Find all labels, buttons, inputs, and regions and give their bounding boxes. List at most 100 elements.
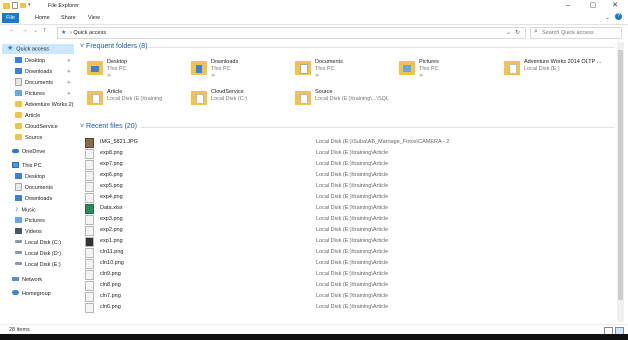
vertical-scrollbar[interactable] bbox=[617, 42, 624, 322]
sidebar-item-network[interactable]: Network bbox=[12, 275, 42, 285]
music-icon: ♪ bbox=[15, 206, 19, 213]
pin-icon: ✈ bbox=[107, 73, 112, 79]
new-folder-icon[interactable] bbox=[20, 3, 26, 8]
sidebar-item-article[interactable]: Article bbox=[15, 111, 40, 121]
sidebar-item-disk-d[interactable]: Local Disk (D:) bbox=[15, 249, 61, 259]
sidebar-item-homegroup[interactable]: Homegroup bbox=[12, 289, 51, 299]
recent-locations-button[interactable]: ⌄ bbox=[33, 27, 38, 34]
excel-file-icon bbox=[85, 204, 94, 214]
recent-files-header[interactable]: ˅ Recent files (20) bbox=[80, 123, 137, 130]
expand-ribbon-icon[interactable]: ⌄ bbox=[605, 14, 610, 21]
file-row[interactable]: exp6.png Local Disk (E:)\training\Article bbox=[83, 170, 613, 181]
frequent-folders-header[interactable]: ˅ Frequent folders (8) bbox=[80, 43, 148, 50]
sidebar-item-music[interactable]: ♪ Music bbox=[15, 205, 36, 215]
file-row[interactable]: exp3.png Local Disk (E:)\training\Article bbox=[83, 214, 613, 225]
folder-icon[interactable] bbox=[3, 2, 10, 9]
image-file-icon bbox=[85, 270, 94, 280]
sidebar-item-this-pc[interactable]: This PC bbox=[12, 161, 42, 171]
sidebar-item-quick-access[interactable]: ★ Quick access bbox=[2, 44, 74, 54]
documents-folder-icon bbox=[15, 182, 22, 191]
file-row[interactable]: cln8.png Local Disk (E:)\training\Article bbox=[83, 280, 613, 291]
sidebar-item-pc-documents[interactable]: Documents bbox=[15, 182, 53, 193]
up-button[interactable]: ↑ bbox=[43, 27, 47, 34]
tab-home[interactable]: Home bbox=[30, 13, 55, 23]
breadcrumb[interactable]: › Quick access bbox=[70, 30, 106, 36]
file-row[interactable]: exp8.png Local Disk (E:)\training\Article bbox=[83, 148, 613, 159]
sidebar-item-disk-c[interactable]: Local Disk (C:) bbox=[15, 238, 61, 248]
sidebar-item-onedrive[interactable]: OneDrive bbox=[12, 147, 45, 157]
forward-button[interactable]: → bbox=[21, 27, 28, 34]
file-row[interactable]: exp4.png Local Disk (E:)\training\Article bbox=[83, 192, 613, 203]
search-icon: ⌕ bbox=[534, 28, 538, 35]
sidebar-item-pictures[interactable]: Pictures ✈ bbox=[15, 89, 75, 99]
tab-view[interactable]: View bbox=[83, 13, 105, 23]
back-button[interactable]: ← bbox=[9, 27, 16, 34]
folder-icon bbox=[15, 133, 22, 140]
address-bar-row: ← → ⌄ ↑ ★ › Quick access ⌄ ↻ ⌕ Search Qu… bbox=[0, 25, 628, 39]
sidebar-item-downloads[interactable]: Downloads ✈ bbox=[15, 67, 75, 77]
onedrive-icon bbox=[12, 148, 19, 153]
file-row[interactable]: exp1.png Local Disk (E:)\training\Article bbox=[83, 236, 613, 247]
pin-icon: ✈ bbox=[66, 80, 71, 86]
window-title: File Explorer bbox=[48, 3, 79, 9]
folder-tile-desktop[interactable]: Desktop This PC ✈ bbox=[87, 59, 189, 89]
maximize-button[interactable]: ▢ bbox=[584, 1, 602, 11]
sidebar-item-adventure-works[interactable]: Adventure Works 2( bbox=[15, 100, 75, 110]
folder-tile-pictures[interactable]: Pictures This PC ✈ bbox=[399, 59, 501, 89]
scrollbar-thumb[interactable] bbox=[618, 50, 623, 300]
help-icon[interactable]: ? bbox=[615, 13, 622, 20]
folder-tile-adventure-works[interactable]: Adventure Works 2014 OLTP ... Local Disk… bbox=[504, 59, 612, 89]
pictures-folder-icon bbox=[15, 89, 22, 96]
image-file-icon bbox=[85, 248, 94, 258]
file-row[interactable]: cln10.png Local Disk (E:)\training\Articl… bbox=[83, 258, 613, 269]
folder-icon bbox=[87, 91, 103, 105]
properties-icon[interactable] bbox=[12, 2, 18, 9]
navigation-pane: ★ Quick access Desktop ✈ Downloads ✈ Docume… bbox=[0, 42, 76, 322]
sidebar-item-cloudservice[interactable]: CloudService bbox=[15, 122, 58, 132]
tab-share[interactable]: Share bbox=[56, 13, 81, 23]
folder-tile-source[interactable]: Source Local Disk (E:)\training\...\SQL bbox=[295, 89, 397, 119]
pictures-folder-icon bbox=[15, 216, 22, 223]
sidebar-item-pc-downloads[interactable]: Downloads bbox=[15, 194, 52, 204]
close-button[interactable]: ✕ bbox=[606, 1, 624, 11]
folder-tile-documents[interactable]: Documents This PC ✈ bbox=[295, 59, 397, 89]
sidebar-item-desktop[interactable]: Desktop ✈ bbox=[15, 56, 75, 66]
folder-tile-cloudservice[interactable]: CloudService Local Disk (C:) bbox=[191, 89, 293, 119]
drive-icon bbox=[15, 262, 22, 266]
image-file-icon bbox=[85, 281, 94, 291]
file-row[interactable]: exp5.png Local Disk (E:)\training\Article bbox=[83, 181, 613, 192]
folder-tile-article[interactable]: Article Local Disk (E:)\training bbox=[87, 89, 189, 119]
sidebar-item-pc-desktop[interactable]: Desktop bbox=[15, 172, 45, 182]
address-box[interactable]: ★ › Quick access ⌄ ↻ bbox=[57, 27, 526, 39]
file-row[interactable]: cln11.png Local Disk (E:)\training\Articl… bbox=[83, 247, 613, 258]
pictures-folder-icon bbox=[399, 61, 415, 75]
file-row[interactable]: cln7.png Local Disk (E:)\training\Article bbox=[83, 291, 613, 302]
ribbon: File Home Share View ⌄ ? bbox=[0, 12, 628, 25]
folder-tile-downloads[interactable]: Downloads This PC ✈ bbox=[191, 59, 293, 89]
minimize-button[interactable]: – bbox=[559, 1, 577, 11]
address-dropdown-icon[interactable]: ⌄ bbox=[506, 29, 511, 36]
sidebar-item-pc-pictures[interactable]: Pictures bbox=[15, 216, 45, 226]
sidebar-item-videos[interactable]: Videos bbox=[15, 227, 42, 237]
refresh-icon[interactable]: ↻ bbox=[515, 29, 520, 36]
search-input[interactable]: ⌕ Search Quick access bbox=[530, 27, 622, 39]
star-icon: ★ bbox=[7, 45, 14, 52]
sidebar-item-documents[interactable]: Documents ✈ bbox=[15, 77, 75, 88]
file-row[interactable]: IMG_5821.JPG Local Disk (E:)\Suba\AB_Marr… bbox=[83, 137, 613, 148]
sidebar-item-disk-e[interactable]: Local Disk (E:) bbox=[15, 260, 61, 270]
desktop-folder-icon bbox=[15, 56, 22, 63]
desktop-folder-icon bbox=[15, 172, 22, 179]
file-row[interactable]: cln9.png Local Disk (E:)\training\Article bbox=[83, 269, 613, 280]
image-file-icon bbox=[85, 226, 94, 236]
drive-icon bbox=[15, 251, 22, 255]
pin-icon: ✈ bbox=[66, 91, 71, 97]
tab-file[interactable]: File bbox=[2, 13, 19, 23]
file-row[interactable]: exp2.png Local Disk (E:)\training\Article bbox=[83, 225, 613, 236]
computer-icon bbox=[12, 161, 19, 168]
file-row[interactable]: Data.xlsx Local Disk (E:)\training\Articl… bbox=[83, 203, 613, 214]
file-row[interactable]: cln6.png Local Disk (E:)\training\Article bbox=[83, 302, 613, 313]
file-row[interactable]: exp7.png Local Disk (E:)\training\Article bbox=[83, 159, 613, 170]
customize-toolbar-icon[interactable]: ▾ bbox=[28, 2, 33, 9]
sidebar-item-source[interactable]: Source bbox=[15, 133, 42, 143]
divider bbox=[148, 47, 615, 48]
